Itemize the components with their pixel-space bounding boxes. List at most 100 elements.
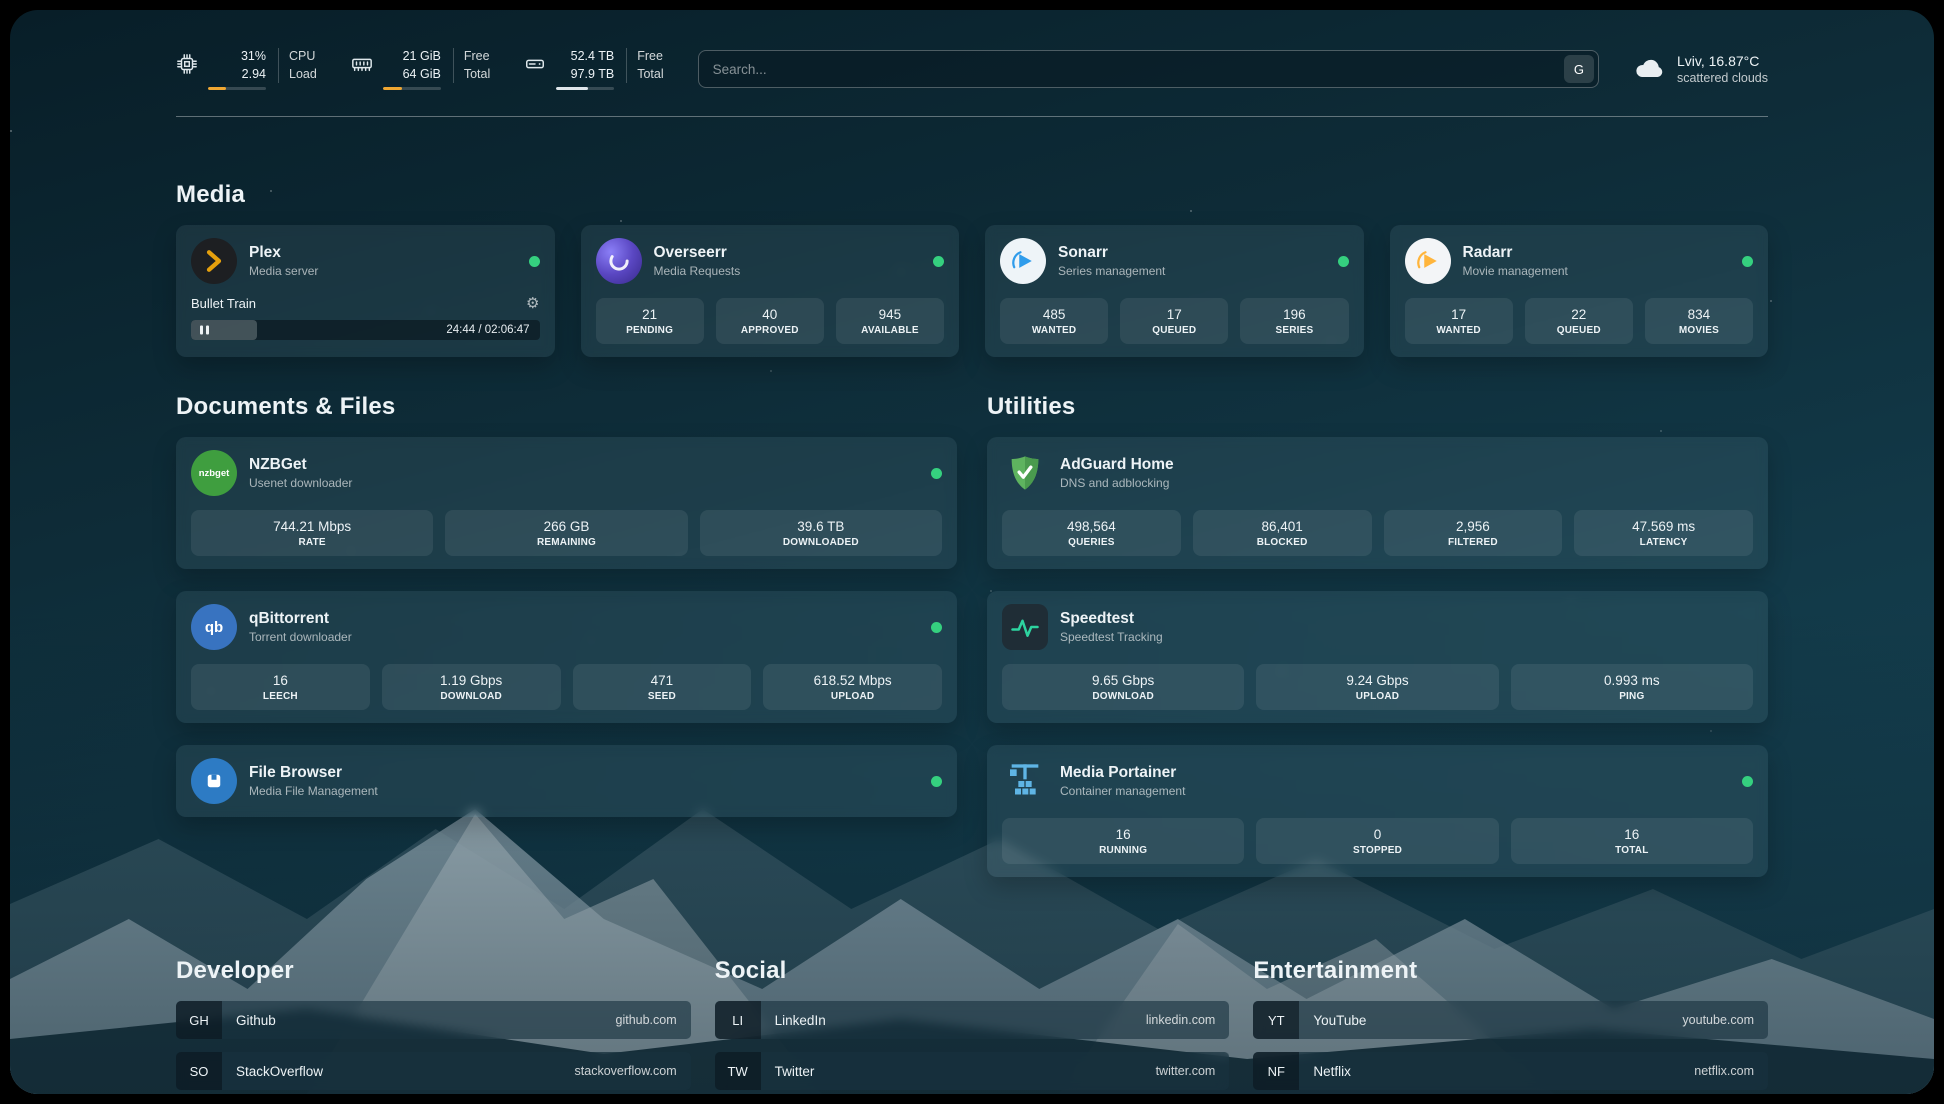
stat-filtered: 2,956 FILTERED — [1384, 510, 1563, 556]
search-box: G — [698, 50, 1599, 88]
service-name: qBittorrent — [249, 610, 352, 628]
search-input[interactable] — [698, 50, 1599, 88]
sonarr-icon — [1000, 238, 1046, 284]
overseerr-card[interactable]: Overseerr Media Requests 21 PENDING 40 A… — [581, 225, 960, 357]
status-dot — [931, 776, 942, 787]
nzbget-icon-text: nzbget — [199, 468, 230, 479]
entertainment-section-title: Entertainment — [1253, 957, 1768, 985]
playback-progress-bar[interactable]: 24:44 / 02:06:47 — [191, 320, 540, 340]
service-subtitle: Media File Management — [249, 784, 378, 798]
radarr-icon — [1405, 238, 1451, 284]
portainer-card[interactable]: Media Portainer Container management 16 … — [987, 745, 1768, 877]
qbittorrent-icon: qb — [191, 604, 237, 650]
cpu-label: CPU — [289, 48, 317, 66]
developer-section-title: Developer — [176, 957, 691, 985]
service-subtitle: Media server — [249, 264, 318, 278]
service-subtitle: Speedtest Tracking — [1060, 630, 1163, 644]
section-media: Media Plex Media server Bullet — [176, 181, 1768, 357]
plex-card[interactable]: Plex Media server Bullet Train ⚙ 24:44 /… — [176, 225, 555, 357]
status-dot — [1338, 256, 1349, 267]
cloud-icon — [1633, 53, 1665, 85]
weather-location: Lviv, 16.87°C — [1677, 53, 1768, 69]
service-subtitle: Usenet downloader — [249, 476, 352, 490]
cpu-usage-value: 31% — [241, 48, 266, 66]
adguard-shield-icon — [1002, 450, 1048, 496]
bookmark-netflix[interactable]: NF Netflix netflix.com — [1253, 1052, 1768, 1090]
memory-icon — [351, 53, 373, 75]
stat-series: 196 SERIES — [1240, 298, 1348, 344]
bookmark-name: Netflix — [1313, 1064, 1351, 1079]
service-name: Speedtest — [1060, 610, 1163, 628]
stat-wanted: 17 WANTED — [1405, 298, 1513, 344]
bookmark-url: stackoverflow.com — [575, 1064, 677, 1078]
weather-widget: Lviv, 16.87°C scattered clouds — [1633, 53, 1768, 85]
settings-gear-icon[interactable]: ⚙ — [526, 296, 539, 311]
cpu-progress-bar — [208, 87, 266, 90]
stat-upload: 9.24 Gbps UPLOAD — [1256, 664, 1498, 710]
bookmark-url: github.com — [616, 1013, 677, 1027]
service-name: AdGuard Home — [1060, 456, 1174, 474]
stat-stopped: 0 STOPPED — [1256, 818, 1498, 864]
topbar-divider — [176, 116, 1768, 117]
status-dot — [1742, 776, 1753, 787]
bookmark-name: Twitter — [775, 1064, 815, 1079]
section-entertainment: Entertainment YT YouTube youtube.com NF … — [1253, 957, 1768, 1094]
cpu-icon — [176, 53, 198, 75]
stat-total: 16 TOTAL — [1511, 818, 1753, 864]
search-provider-button[interactable]: G — [1564, 55, 1594, 83]
stat-approved: 40 APPROVED — [716, 298, 824, 344]
section-developer: Developer GH Github github.com SO StackO… — [176, 957, 691, 1094]
disk-free-label: Free — [637, 48, 663, 66]
bookmark-abbr: NF — [1253, 1052, 1299, 1090]
bookmark-abbr: SO — [176, 1052, 222, 1090]
section-documents: Documents & Files nzbget NZBGet Usenet d… — [176, 393, 957, 839]
portainer-crane-icon — [1002, 758, 1048, 804]
bookmark-github[interactable]: GH Github github.com — [176, 1001, 691, 1039]
service-subtitle: Torrent downloader — [249, 630, 352, 644]
disk-total-value: 97.9 TB — [571, 66, 615, 84]
stat-wanted: 485 WANTED — [1000, 298, 1108, 344]
qbittorrent-icon-text: qb — [205, 619, 223, 636]
service-subtitle: DNS and adblocking — [1060, 476, 1174, 490]
bookmark-linkedin[interactable]: LI LinkedIn linkedin.com — [715, 1001, 1230, 1039]
bookmark-stackoverflow[interactable]: SO StackOverflow stackoverflow.com — [176, 1052, 691, 1090]
stat-remaining: 266 GB REMAINING — [445, 510, 687, 556]
service-subtitle: Media Requests — [654, 264, 741, 278]
qbittorrent-card[interactable]: qb qBittorrent Torrent downloader 16 LEE… — [176, 591, 957, 723]
disk-total-label: Total — [637, 66, 663, 84]
system-resources: 31% 2.94 CPU Load — [176, 48, 664, 90]
service-name: Media Portainer — [1060, 764, 1185, 782]
stat-downloaded: 39.6 TB DOWNLOADED — [700, 510, 942, 556]
stat-available: 945 AVAILABLE — [836, 298, 944, 344]
service-name: NZBGet — [249, 456, 352, 474]
service-name: Radarr — [1463, 244, 1568, 262]
stat-queued: 22 QUEUED — [1525, 298, 1633, 344]
sonarr-card[interactable]: Sonarr Series management 485 WANTED 17 Q… — [985, 225, 1364, 357]
bookmark-youtube[interactable]: YT YouTube youtube.com — [1253, 1001, 1768, 1039]
overseerr-icon — [596, 238, 642, 284]
stat-blocked: 86,401 BLOCKED — [1193, 510, 1372, 556]
filebrowser-icon — [191, 758, 237, 804]
speedtest-card[interactable]: Speedtest Speedtest Tracking 9.65 Gbps D… — [987, 591, 1768, 723]
section-utilities: Utilities AdGuard Home DNS and — [987, 393, 1768, 899]
cpu-load-label: Load — [289, 66, 317, 84]
weather-condition: scattered clouds — [1677, 71, 1768, 85]
bookmark-name: Github — [236, 1013, 276, 1028]
status-dot — [931, 622, 942, 633]
stat-ping: 0.993 ms PING — [1511, 664, 1753, 710]
bookmark-abbr: LI — [715, 1001, 761, 1039]
filebrowser-card[interactable]: File Browser Media File Management — [176, 745, 957, 817]
memory-free-label: Free — [464, 48, 490, 66]
disk-progress-bar — [556, 87, 614, 90]
memory-progress-bar — [383, 87, 441, 90]
bookmark-name: StackOverflow — [236, 1064, 323, 1079]
adguard-card[interactable]: AdGuard Home DNS and adblocking 498,564 … — [987, 437, 1768, 569]
playback-time: 24:44 / 02:06:47 — [446, 324, 529, 336]
radarr-card[interactable]: Radarr Movie management 17 WANTED 22 QUE… — [1390, 225, 1769, 357]
bookmark-twitter[interactable]: TW Twitter twitter.com — [715, 1052, 1230, 1090]
now-playing-title: Bullet Train — [191, 296, 256, 311]
nzbget-icon: nzbget — [191, 450, 237, 496]
nzbget-card[interactable]: nzbget NZBGet Usenet downloader 744.21 M… — [176, 437, 957, 569]
stat-running: 16 RUNNING — [1002, 818, 1244, 864]
pause-icon[interactable] — [200, 326, 209, 335]
